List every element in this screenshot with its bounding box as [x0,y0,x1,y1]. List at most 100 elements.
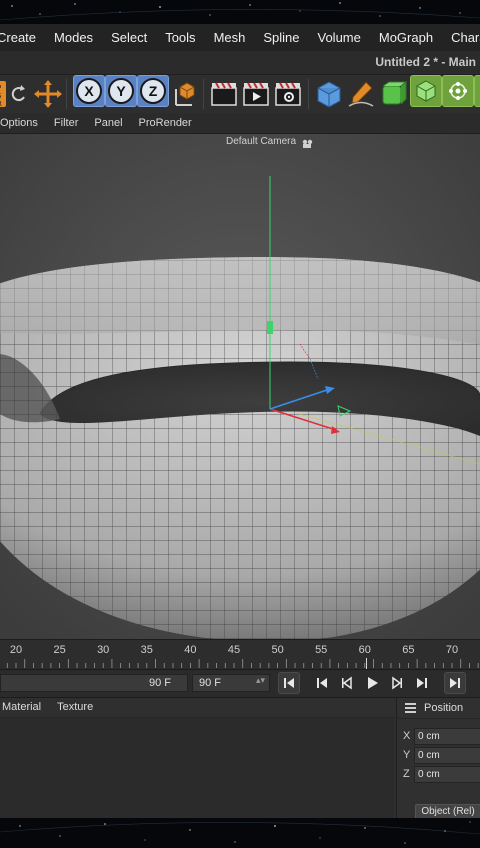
timeline-tick-label: 25 [53,644,66,656]
cube-object-button[interactable] [314,79,344,109]
next-key-button[interactable] [411,672,433,694]
timeline-tick-label: 55 [315,644,328,656]
next-frame-button[interactable] [386,672,408,694]
animation-transport: 90 F 90 F ▴▾ [0,669,480,698]
move-tool-button[interactable] [34,79,62,109]
camera-label[interactable]: Default Camera [226,136,296,147]
axis-label-y: Y [403,749,411,761]
hamburger-menu-icon[interactable] [405,703,416,715]
viewport-menubar: Options Filter Panel ProRender [0,113,480,134]
lock-y-axis-button[interactable]: Y [105,75,137,107]
render-view-button[interactable] [209,79,239,109]
max-frame-field[interactable]: 90 F ▴▾ [192,674,270,692]
play-icon [368,677,378,689]
menu-volume[interactable]: Volume [309,30,370,45]
pen-spline-button[interactable] [346,79,376,109]
main-toolbar: P S R X Y Z [0,75,480,113]
position-y-row: Y 0 cm [397,747,480,765]
next-keyframe-icon [417,678,427,688]
axis-label-z: Z [403,768,410,780]
main-menubar: Create Modes Select Tools Mesh Spline Vo… [0,24,480,51]
timeline-tick-label: 50 [271,644,284,656]
skip-to-end-icon [450,678,460,688]
clapperboard-gear-icon [275,82,301,106]
material-menu[interactable]: Material [0,701,49,713]
viewport-menu-panel[interactable]: Panel [86,117,130,129]
camera-icon [302,139,313,148]
timeline-tick-label: 30 [97,644,110,656]
title-bar: Untitled 2 * - Main [0,51,480,75]
render-settings-button[interactable] [273,79,303,109]
axis-label-x: X [403,730,411,742]
menu-create[interactable]: Create [0,30,45,45]
menu-modes[interactable]: Modes [45,30,102,45]
timeline-ruler[interactable]: 20 25 30 35 40 45 50 55 60 65 70 [0,639,480,670]
y-axis-icon: Y [108,78,134,104]
position-z-row: Z 0 cm [397,766,480,784]
z-axis-icon: Z [140,78,166,104]
cube-icon [317,81,341,108]
world-coordinate-icon [175,82,195,106]
previous-keyframe-icon [317,678,327,688]
menu-select[interactable]: Select [102,30,156,45]
material-manager-area[interactable] [0,717,394,818]
lock-z-axis-button[interactable]: Z [137,75,169,107]
cinema4d-window: Create Modes Select Tools Mesh Spline Vo… [0,24,480,818]
play-button[interactable] [361,672,383,694]
render-to-picture-viewer-button[interactable] [241,79,271,109]
atom-array-icon [449,82,467,100]
coordinates-header: Position [397,698,480,719]
go-to-end-button[interactable] [444,672,466,694]
texture-menu[interactable]: Texture [49,701,101,713]
go-to-start-button[interactable] [278,672,300,694]
timeline-tick-label: 45 [227,644,241,656]
end-frame-value: 90 F [148,677,171,689]
3d-viewport[interactable]: Default Camera [0,134,480,639]
menu-mograph[interactable]: MoGraph [370,30,442,45]
viewport-menu-prorender[interactable]: ProRender [131,117,200,129]
document-title: Untitled 2 * - Main [375,55,476,69]
position-y-field[interactable]: 0 cm [414,747,480,764]
coordinate-mode-dropdown[interactable]: Object (Rel) [415,804,480,818]
coordinate-system-button[interactable] [170,79,198,109]
subdivision-surface-button[interactable] [378,79,408,109]
menu-tools[interactable]: Tools [156,30,204,45]
viewport-menu-options[interactable]: Options [0,117,46,129]
viewport-menu-filter[interactable]: Filter [46,117,86,129]
menu-mesh[interactable]: Mesh [205,30,255,45]
move-icon [34,80,62,108]
subdivision-cube-icon [382,80,408,105]
timeline-tick-label: 40 [184,644,197,656]
psr-toggle-icon: P [0,84,1,92]
pen-icon [348,81,374,107]
lock-x-axis-button[interactable]: X [73,75,105,107]
previous-frame-button[interactable] [336,672,358,694]
position-x-row: X 0 cm [397,728,480,746]
timeline-tick-label: 60 [358,644,371,656]
cloner-button[interactable] [410,75,442,107]
position-title: Position [424,702,464,714]
timeline-tick-label: 35 [140,644,153,656]
x-axis-icon: X [76,78,102,104]
deformer-button[interactable] [442,75,474,107]
previous-key-button[interactable] [311,672,333,694]
y-axis-handle [267,321,273,334]
skip-to-start-icon [284,678,294,688]
menu-spline[interactable]: Spline [254,30,308,45]
position-z-field[interactable]: 0 cm [414,766,480,783]
material-manager-menu: Material Texture [0,698,396,716]
stepper-icon[interactable]: ▴▾ [256,675,265,686]
timeline-tick-label: 70 [445,644,459,656]
menu-character[interactable]: Character [442,30,480,45]
position-x-field[interactable]: 0 cm [414,728,480,745]
psr-lock-button[interactable]: P S R [0,79,30,109]
svg-text:R: R [0,100,2,108]
timeline-tick-label: 20 [9,644,23,656]
end-frame-field[interactable]: 90 F [0,674,188,692]
green-cube-icon [416,80,436,102]
generator-button[interactable] [474,75,480,107]
torus-scene [0,134,480,639]
step-forward-icon [392,676,402,690]
coordinates-manager: Position X 0 cm Y 0 cm Z 0 cm Object (Re… [396,698,480,818]
clapperboard-play-icon [243,82,269,106]
